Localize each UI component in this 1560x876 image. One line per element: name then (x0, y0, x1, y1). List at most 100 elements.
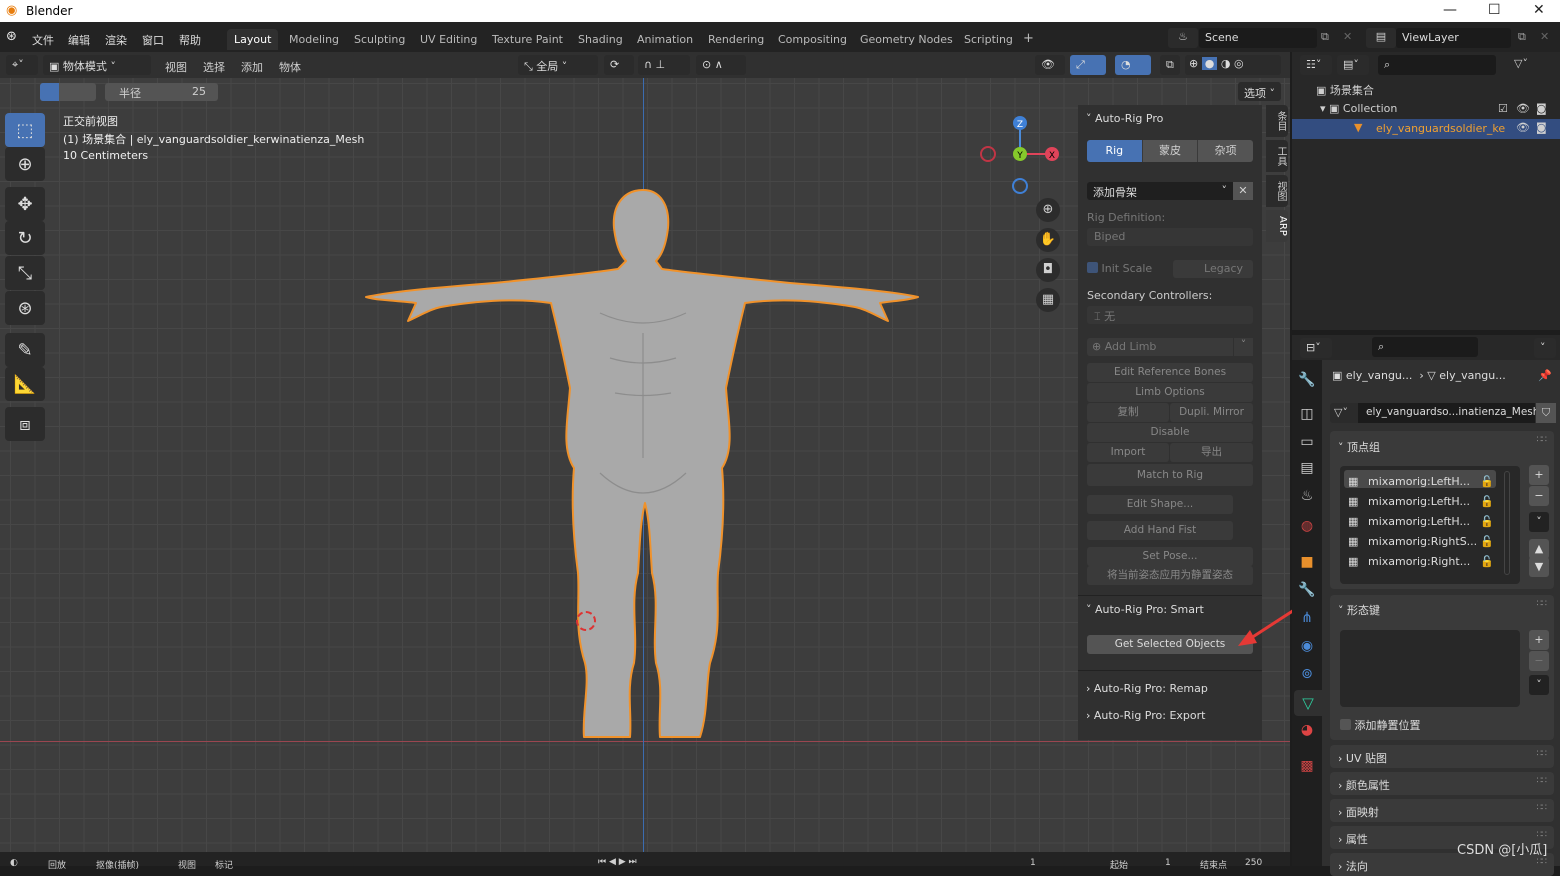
legacy-button[interactable]: Legacy (1173, 260, 1253, 278)
options-dropdown[interactable]: 选项 ˅ (1238, 82, 1281, 101)
outliner-filter-icon[interactable]: ▽˅ (1514, 57, 1528, 70)
sidebar-tab-item[interactable]: 条目 (1266, 105, 1288, 137)
vertex-group-specials-button[interactable]: ˅ (1529, 512, 1549, 532)
transform-orientation-dropdown[interactable]: ⤡ 全局 ˅ (518, 55, 598, 75)
cursor-tool-icon[interactable]: ⊕ (5, 147, 45, 181)
grid-ortho-icon[interactable]: ▦ (1036, 288, 1060, 312)
vertex-group-item[interactable]: ▦ mixamorig:Right... 🔓 (1342, 552, 1494, 572)
move-tool-icon[interactable]: ✥ (5, 187, 45, 221)
match-to-rig-button[interactable]: Match to Rig (1087, 464, 1253, 486)
tab-rig[interactable]: Rig (1087, 140, 1142, 162)
edit-reference-bones-button[interactable]: Edit Reference Bones (1087, 363, 1253, 382)
outliner-search-input[interactable]: ⌕ (1378, 55, 1496, 75)
editor-type-icon[interactable]: ⌖˅ (6, 55, 38, 75)
properties-editor-type-icon[interactable]: ⊟˅ (1300, 338, 1332, 358)
texture-tab-icon[interactable]: ▩ (1298, 758, 1316, 776)
menu-object[interactable]: 物体 (279, 59, 301, 75)
secondary-controllers-dropdown[interactable]: ⌶ 无 (1087, 306, 1253, 324)
tab-modeling[interactable]: Modeling (282, 29, 346, 50)
delete-view-layer-icon[interactable]: ✕ (1540, 30, 1549, 43)
uv-maps-section[interactable]: › UV 贴图 ∷∷ (1330, 745, 1554, 768)
add-shape-key-button[interactable]: + (1529, 630, 1549, 650)
mesh-browse-icon[interactable]: ▽˅ (1330, 403, 1358, 423)
add-armature-dropdown[interactable]: 添加骨架 ˅ (1087, 182, 1233, 200)
mode-dropdown[interactable]: ▣ 物体模式 ˅ (43, 55, 151, 75)
new-view-layer-icon[interactable]: ⧉ (1518, 30, 1526, 44)
disable-button[interactable]: Disable (1087, 423, 1253, 442)
outliner-filter-mode-icon[interactable]: ▤˅ (1337, 55, 1369, 75)
properties-search-input[interactable]: ⌕ (1372, 337, 1478, 357)
output-tab-icon[interactable]: ▭ (1298, 434, 1316, 452)
visibility-icon[interactable]: 👁 (1035, 55, 1065, 75)
start-frame[interactable]: 1 (1165, 858, 1171, 868)
modifier-tab-icon[interactable]: 🔧 (1298, 582, 1316, 600)
remove-vertex-group-button[interactable]: − (1529, 486, 1549, 506)
scene-selector-icon[interactable]: ♨ (1168, 28, 1198, 48)
import-button[interactable]: Import (1087, 443, 1169, 462)
physics-tab-icon[interactable]: ◉ (1298, 638, 1316, 656)
current-frame[interactable]: 1 (1030, 858, 1036, 868)
move-up-button[interactable]: ▲ (1529, 539, 1549, 559)
wireframe-icon[interactable]: ⊕ (1189, 57, 1198, 70)
outliner-object-row[interactable]: ▼ ely_vanguardsoldier_ke 👁 ◙ (1292, 119, 1560, 139)
duplicate-button[interactable]: 复制 (1087, 403, 1169, 422)
mesh-name-field[interactable]: ely_vanguardso...inatienza_Mesh (1358, 403, 1539, 423)
vertex-groups-header[interactable]: ˅ 顶点组 (1338, 439, 1380, 455)
add-limb-expand-icon[interactable]: ˅ (1234, 338, 1253, 356)
render-camera-icon[interactable]: ◙ (1536, 121, 1547, 134)
sidebar-tab-view[interactable]: 视图 (1266, 175, 1288, 207)
solid-icon[interactable]: ● (1201, 57, 1218, 70)
sidebar-tab-tool[interactable]: 工具 (1266, 140, 1288, 172)
outliner-scene-collection[interactable]: ▣ 场景集合 (1316, 82, 1374, 98)
blender-menu-icon[interactable]: ⊛ (6, 29, 17, 44)
constraints-tab-icon[interactable]: ⊚ (1298, 666, 1316, 684)
vertex-group-item[interactable]: ▦ mixamorig:LeftH... 🔓 (1342, 492, 1494, 512)
eye-icon[interactable]: 👁 (1516, 102, 1530, 115)
vertex-group-item[interactable]: ▦ mixamorig:LeftH... 🔓 (1342, 512, 1494, 532)
add-cube-tool-icon[interactable]: ⧈ (5, 407, 45, 441)
snap-icon[interactable]: ∩ ⊥ (638, 55, 690, 75)
object-tab-icon[interactable]: ■ (1298, 554, 1316, 572)
tool-tab-icon[interactable]: 🔧 (1298, 372, 1316, 390)
menu-view[interactable]: 视图 (178, 858, 196, 871)
xray-icon[interactable]: ⧉ (1160, 55, 1180, 75)
world-tab-icon[interactable]: ◍ (1298, 518, 1316, 536)
rig-definition-dropdown[interactable]: Biped (1087, 228, 1253, 246)
tab-scripting[interactable]: Scripting (957, 29, 1020, 50)
add-hand-fist-button[interactable]: Add Hand Fist (1087, 521, 1233, 540)
lock-icon[interactable]: 🔓 (1480, 495, 1494, 508)
menu-view[interactable]: 视图 (165, 59, 187, 75)
shape-key-specials-button[interactable]: ˅ (1529, 675, 1549, 695)
color-attributes-section[interactable]: › 颜色属性 ∷∷ (1330, 772, 1554, 795)
apply-pose-as-rest-button[interactable]: 将当前姿态应用为静置姿态 (1087, 566, 1253, 585)
init-scale-checkbox[interactable]: Init Scale (1087, 262, 1152, 275)
fake-user-shield-icon[interactable]: ⛉ (1536, 403, 1556, 423)
tab-uv-editing[interactable]: UV Editing (413, 29, 484, 50)
tab-compositing[interactable]: Compositing (771, 29, 854, 50)
overlay-toggle-icon[interactable]: ◔ (1115, 55, 1151, 75)
scene-tab-icon[interactable]: ♨ (1298, 488, 1316, 506)
material-tab-icon[interactable]: ◕ (1298, 722, 1316, 740)
menu-select[interactable]: 选择 (203, 59, 225, 75)
tab-texture-paint[interactable]: Texture Paint (485, 29, 570, 50)
lock-icon[interactable]: 🔓 (1480, 515, 1494, 528)
minimize-button[interactable]: — (1443, 2, 1457, 18)
measure-tool-icon[interactable]: 📐 (5, 367, 45, 401)
select-mode-group[interactable] (40, 83, 96, 101)
tab-shading[interactable]: Shading (571, 29, 630, 50)
outliner-display-icon[interactable]: ☷˅ (1300, 55, 1332, 75)
outliner-collection[interactable]: ▾ ▣ Collection ☑ 👁 ◙ (1320, 102, 1560, 115)
menu-playback[interactable]: 回放 (48, 858, 66, 871)
view-layer-icon[interactable]: ▤ (1366, 28, 1396, 48)
particles-tab-icon[interactable]: ⋔ (1298, 610, 1316, 628)
move-down-button[interactable]: ▼ (1529, 557, 1549, 577)
arp-smart-header[interactable]: ˅ Auto-Rig Pro: Smart (1086, 603, 1204, 616)
radius-field[interactable]: 半径 25 (105, 83, 218, 101)
maximize-button[interactable]: ☐ (1488, 2, 1501, 18)
dupli-mirror-button[interactable]: Dupli. Mirror (1170, 403, 1253, 422)
camera-icon[interactable]: ◘ (1036, 258, 1060, 282)
export-button[interactable]: 导出 (1170, 443, 1253, 462)
pin-icon[interactable]: 📌 (1538, 369, 1552, 382)
edit-shape-button[interactable]: Edit Shape... (1087, 495, 1233, 514)
material-preview-icon[interactable]: ◑ (1221, 57, 1231, 70)
